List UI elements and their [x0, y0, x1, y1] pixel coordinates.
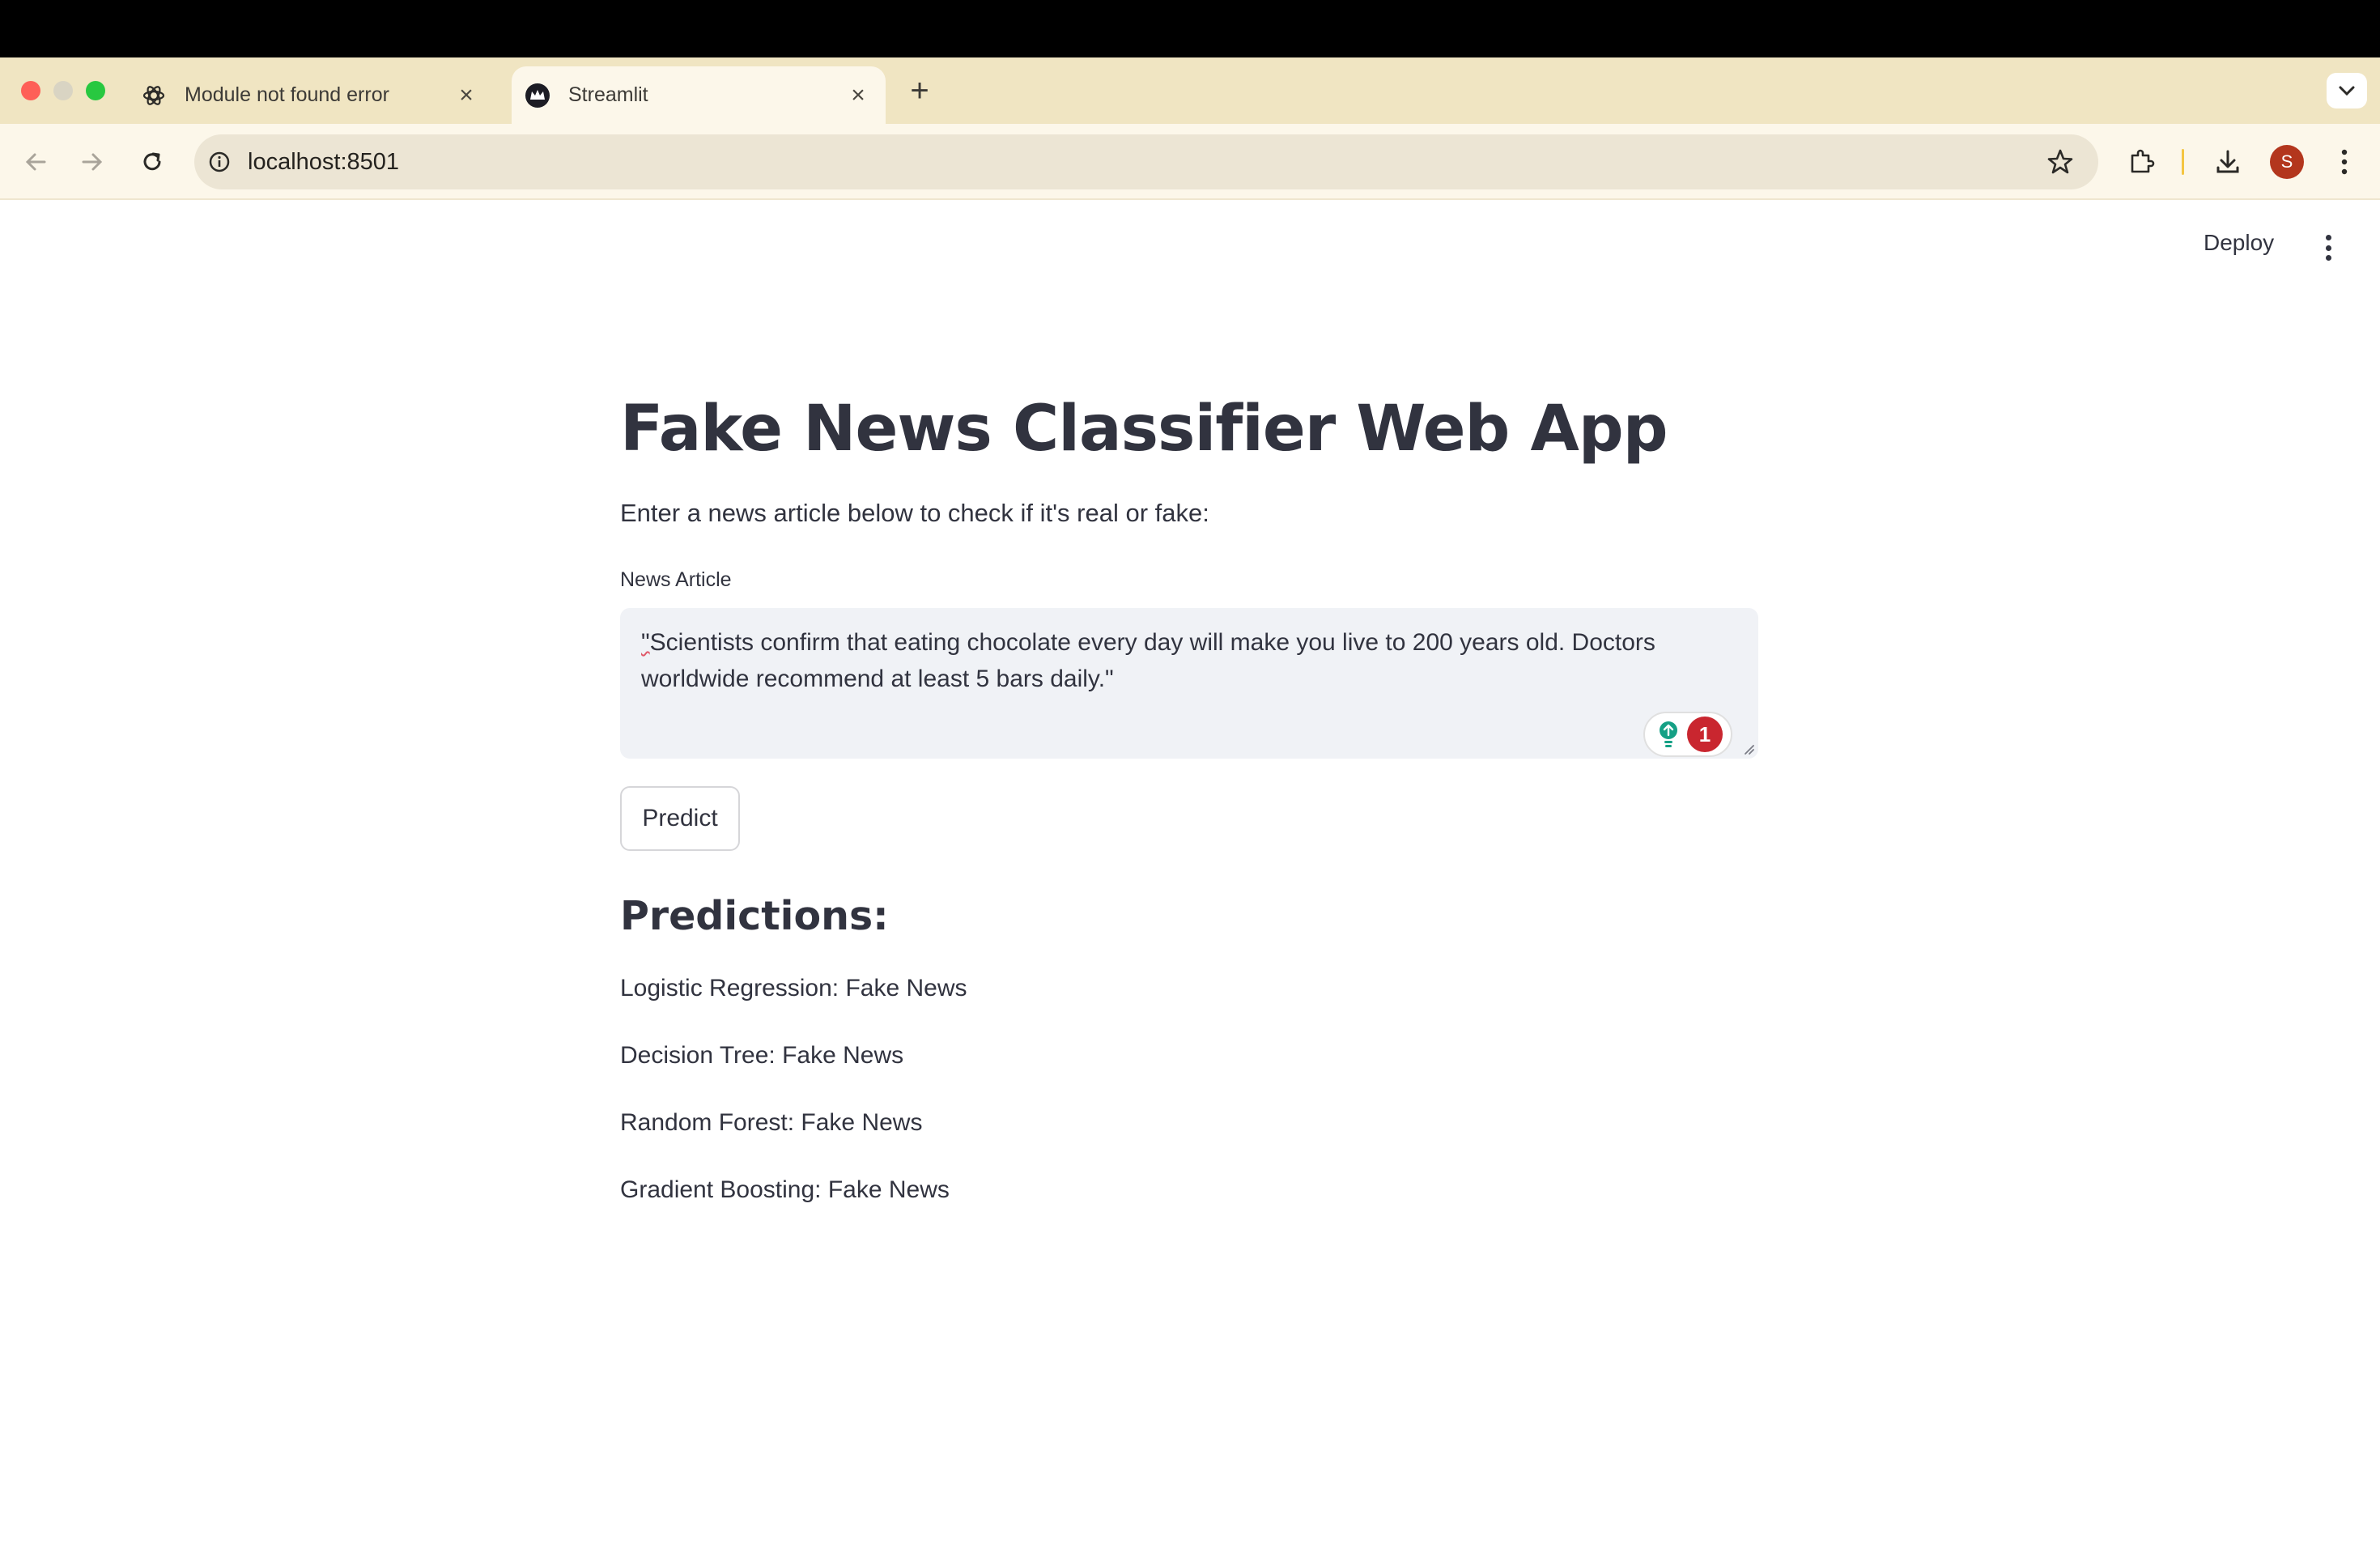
os-menu-bar: [0, 0, 2380, 57]
toolbar-divider: [2182, 149, 2184, 175]
profile-avatar[interactable]: S: [2270, 145, 2304, 179]
forward-button[interactable]: [73, 142, 112, 181]
prediction-item: Gradient Boosting: Fake News: [620, 1176, 950, 1203]
news-article-label: News Article: [620, 568, 732, 591]
chevron-down-icon: [2339, 86, 2355, 96]
grammar-issue-count: 1: [1687, 717, 1723, 752]
predict-button[interactable]: Predict: [620, 786, 740, 851]
url-text: localhost:8501: [248, 148, 400, 175]
tab-search-button[interactable]: [2327, 73, 2367, 108]
tab-streamlit[interactable]: Streamlit ×: [512, 66, 886, 124]
browser-menu-icon[interactable]: [2325, 142, 2364, 181]
window-minimize-button[interactable]: [53, 81, 73, 100]
spellcheck-flagged-text: ": [641, 629, 650, 656]
reload-icon: [143, 152, 161, 171]
address-bar[interactable]: localhost:8501: [194, 134, 2098, 189]
openai-icon: [141, 83, 167, 108]
window-zoom-button[interactable]: [86, 81, 105, 100]
window-close-button[interactable]: [21, 81, 40, 100]
resize-handle-icon[interactable]: [1742, 742, 1755, 755]
prediction-item: Random Forest: Fake News: [620, 1109, 923, 1136]
prediction-item: Decision Tree: Fake News: [620, 1042, 904, 1069]
arrow-left-icon: [25, 153, 46, 171]
back-button[interactable]: [16, 142, 55, 181]
app-main-menu-icon[interactable]: [2314, 232, 2343, 264]
predictions-heading: Predictions:: [620, 893, 889, 939]
bookmark-star-icon[interactable]: [2042, 143, 2079, 181]
main-content: Fake News Classifier Web App Enter a new…: [620, 381, 1758, 1208]
site-info-icon[interactable]: [207, 150, 232, 174]
reload-button[interactable]: [133, 142, 172, 181]
page-title: Fake News Classifier Web App: [620, 393, 1668, 466]
downloads-icon[interactable]: [2208, 142, 2247, 181]
grammar-assistant-badge[interactable]: 1: [1643, 712, 1732, 757]
arrow-right-icon: [82, 153, 103, 171]
extensions-puzzle-icon[interactable]: [2123, 142, 2161, 181]
prediction-item: Logistic Regression: Fake News: [620, 975, 967, 1002]
news-article-textarea[interactable]: "Scientists confirm that eating chocolat…: [620, 608, 1758, 759]
tab-title: Module not found error: [185, 83, 389, 106]
new-tab-button[interactable]: +: [902, 73, 937, 108]
textarea-value: Scientists confirm that eating chocolate…: [641, 629, 1655, 692]
lightbulb-icon: [1655, 719, 1682, 750]
close-icon[interactable]: ×: [450, 79, 482, 112]
intro-text: Enter a news article below to check if i…: [620, 499, 1209, 527]
tab-title: Streamlit: [568, 83, 648, 106]
tab-module-not-found[interactable]: Module not found error ×: [130, 66, 494, 124]
close-icon[interactable]: ×: [842, 79, 874, 112]
streamlit-crown-icon: [525, 83, 550, 108]
deploy-button[interactable]: Deploy: [2204, 230, 2274, 256]
